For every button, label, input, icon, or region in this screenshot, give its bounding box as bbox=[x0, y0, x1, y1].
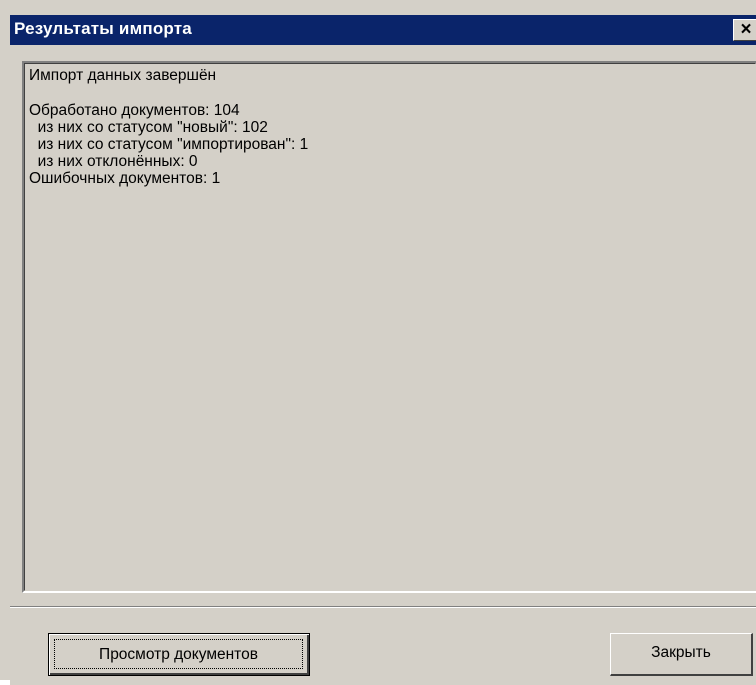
divider bbox=[10, 606, 756, 608]
close-button[interactable]: Закрыть bbox=[610, 633, 753, 676]
close-window-button[interactable]: × bbox=[733, 19, 756, 41]
view-documents-label: Просмотр документов bbox=[54, 639, 303, 669]
import-log[interactable]: Импорт данных завершён Обработано докуме… bbox=[24, 63, 756, 591]
view-documents-button[interactable]: Просмотр документов bbox=[48, 633, 310, 676]
log-line: из них отклонённых: 0 bbox=[29, 153, 198, 170]
log-frame: Импорт данных завершён Обработано докуме… bbox=[22, 61, 756, 593]
title-bar[interactable]: Результаты импорта × bbox=[10, 15, 756, 45]
import-results-dialog: Результаты импорта × Импорт данных завер… bbox=[0, 0, 756, 685]
window-title: Результаты импорта bbox=[14, 19, 192, 38]
log-line: Обработано документов: 104 bbox=[29, 102, 240, 119]
dialog-body: Импорт данных завершён Обработано докуме… bbox=[10, 45, 756, 685]
log-line: Ошибочных документов: 1 bbox=[29, 170, 221, 187]
log-line: из них со статусом "импортирован": 1 bbox=[29, 136, 309, 153]
close-icon: × bbox=[740, 19, 752, 40]
log-line: из них со статусом "новый": 102 bbox=[29, 119, 268, 136]
log-line: Импорт данных завершён bbox=[29, 67, 217, 84]
